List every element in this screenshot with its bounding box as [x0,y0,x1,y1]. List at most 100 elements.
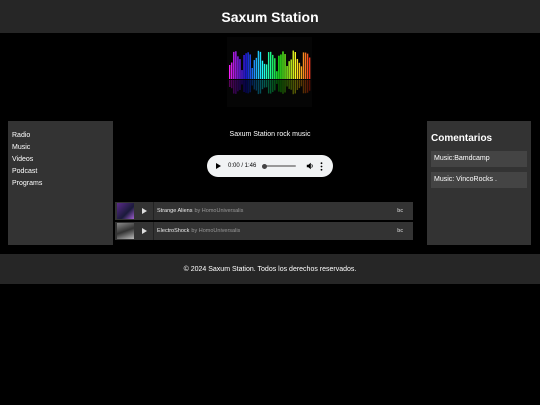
equalizer-bar [253,60,255,79]
track-artist[interactable]: by HomoUniversalis [194,208,243,214]
equalizer-bar [263,63,266,79]
volume-icon[interactable] [306,162,314,170]
equalizer-bars-group [229,50,311,95]
equalizer-reflection [290,80,292,90]
equalizer-bar [247,52,249,79]
play-icon[interactable] [216,163,221,169]
equalizer-reflection [308,80,311,91]
equalizer-reflection [247,80,249,94]
play-icon [142,228,147,234]
equalizer-bar [290,59,292,79]
equalizer-bar [237,56,239,79]
track-row[interactable]: ElectroShock by HomoUniversalis bc [115,222,413,240]
sidebar-item-programs[interactable]: Programs [12,178,113,190]
equalizer-reflection [263,80,266,88]
equalizer-reflection [274,80,276,91]
track-title[interactable]: Strange Aliens [157,208,192,214]
track-cover-image [117,203,134,219]
comments-title: Comentarios [431,133,493,144]
equalizer-reflection [270,80,272,94]
track-artist[interactable]: by HomoUniversalis [191,228,240,234]
equalizer-reflection [255,80,258,91]
equalizer-bar [233,51,235,79]
equalizer-bar [267,52,270,79]
equalizer-bar [282,51,284,79]
equalizer-bar [239,59,241,79]
equalizer-bar [261,60,264,79]
track-row[interactable]: Strange Aliens by HomoUniversalis bc [115,202,413,220]
equalizer-reflection [276,80,278,84]
equalizer-reflection [231,80,233,89]
equalizer-reflection [300,80,303,87]
equalizer-bar [298,62,301,79]
equalizer-reflection [257,80,260,95]
progress-slider[interactable] [262,163,297,169]
equalizer-bar [304,52,307,79]
site-header: Saxum Station [0,0,540,33]
footer-copyright: © 2024 Saxum Station. Todos los derechos… [183,265,357,273]
comment-link-vincorocks[interactable]: Music: VincoRocks . [431,172,527,188]
equalizer-bar [308,57,311,79]
audio-player[interactable]: 0:00 / 1:46 [207,155,333,177]
track-play-button[interactable] [136,202,154,220]
sidebar-item-podcast[interactable]: Podcast [12,166,113,178]
equalizer-bar [280,54,282,79]
equalizer-reflection [280,80,282,93]
equalizer-bar [284,54,286,79]
equalizer-bar [249,54,251,79]
comment-link-bamdcamp[interactable]: Music:Bamdcamp [431,151,527,167]
equalizer-bar [229,65,231,79]
equalizer-reflection [284,80,286,93]
bandcamp-icon[interactable]: bc [397,208,403,214]
progress-thumb[interactable] [262,163,268,169]
equalizer-reflection [267,80,270,94]
equalizer-bar [306,53,309,79]
equalizer-reflection [288,80,290,89]
equalizer-reflection [286,80,288,87]
sidebar-item-videos[interactable]: Videos [12,154,113,166]
equalizer-bar [300,66,303,79]
equalizer-bar [292,50,294,79]
equalizer-reflection [251,80,253,86]
equalizer-reflection [237,80,239,92]
equalizer-reflection [233,80,235,94]
equalizer-reflection [243,80,245,92]
sidebar-item-music[interactable]: Music [12,142,113,154]
equalizer-reflection [239,80,241,90]
track-cover-image [117,223,134,239]
equalizer-reflection [265,80,268,88]
equalizer-reflection [306,80,309,93]
equalizer-reflection [278,80,280,92]
equalizer-bar [259,51,262,79]
equalizer-reflection [249,80,251,93]
equalizer-reflection [304,80,307,94]
equalizer-bar [231,62,233,79]
equalizer-bar [255,57,258,79]
more-options-icon[interactable] [320,161,323,171]
sidebar-nav: Radio Music Videos Podcast Programs [8,121,113,245]
equalizer-bar [278,55,280,79]
track-play-button[interactable] [136,222,154,240]
equalizer-bar [251,68,253,79]
equalizer-reflection [298,80,301,89]
equalizer-bar [296,58,299,79]
equalizer-bar [302,52,305,79]
main-caption: Saxum Station rock music [229,131,311,138]
play-icon [142,208,147,214]
equalizer-reflection [261,80,264,90]
equalizer-reflection [241,80,243,85]
equalizer-bar [294,52,296,79]
equalizer-reflection [282,80,284,94]
equalizer-reflection [235,80,237,94]
sidebar-item-radio[interactable]: Radio [12,130,113,142]
equalizer-reflection [292,80,294,95]
bandcamp-icon[interactable]: bc [397,228,403,234]
track-title[interactable]: ElectroShock [157,228,189,234]
equalizer-reflection [296,80,299,91]
equalizer-bar [286,66,288,79]
equalizer-bar [270,51,272,79]
equalizer-bar [245,53,247,79]
equalizer-reflection [272,80,274,93]
equalizer-logo-image [227,37,312,107]
time-readout: 0:00 / 1:46 [228,163,257,169]
